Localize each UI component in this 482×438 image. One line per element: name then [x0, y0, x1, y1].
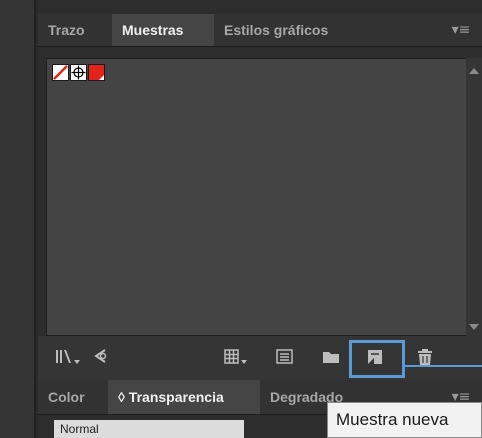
none-swatch-icon [53, 65, 68, 80]
swatches-toolbar [38, 336, 482, 380]
registration-swatch[interactable] [70, 64, 87, 81]
tab-estilos-graficos[interactable]: Estilos gráficos [214, 14, 366, 46]
none-swatch[interactable] [52, 64, 69, 81]
swatch-libraries-menu-icon[interactable] [54, 346, 82, 368]
new-color-group-icon[interactable] [320, 346, 342, 368]
dock-edge [34, 0, 36, 438]
new-swatch-highlight-box [349, 340, 405, 378]
tab-color[interactable]: Color [38, 380, 108, 414]
red-swatch[interactable] [88, 64, 105, 81]
callout-line [405, 365, 482, 367]
tooltip: Muestra nueva [327, 402, 482, 438]
scroll-down-arrow-icon[interactable] [469, 324, 479, 330]
vertical-scrollbar[interactable] [466, 58, 482, 336]
blend-mode-dropdown[interactable]: Normal [54, 420, 244, 438]
tab-trazo[interactable]: Trazo [38, 14, 112, 46]
scroll-up-arrow-icon[interactable] [469, 68, 479, 74]
global-color-corner-icon [99, 75, 104, 80]
top-tab-bar: Trazo Muestras Estilos gráficos ▾≡ [38, 14, 482, 47]
tab-transparencia[interactable]: ◊ Transparencia [108, 380, 260, 414]
swatches-panel: Trazo Muestras Estilos gráficos ▾≡ Color… [38, 0, 482, 438]
registration-target-icon [71, 65, 86, 80]
swatch-options-icon[interactable] [274, 346, 296, 368]
swatches-grid [46, 58, 468, 336]
panel-menu-icon[interactable]: ▾≡ [450, 14, 472, 46]
swatch-kind-menu-icon[interactable] [90, 346, 112, 368]
left-dock-strip [0, 0, 36, 438]
show-swatch-kinds-icon[interactable] [222, 346, 250, 368]
tab-muestras[interactable]: Muestras [112, 14, 214, 46]
